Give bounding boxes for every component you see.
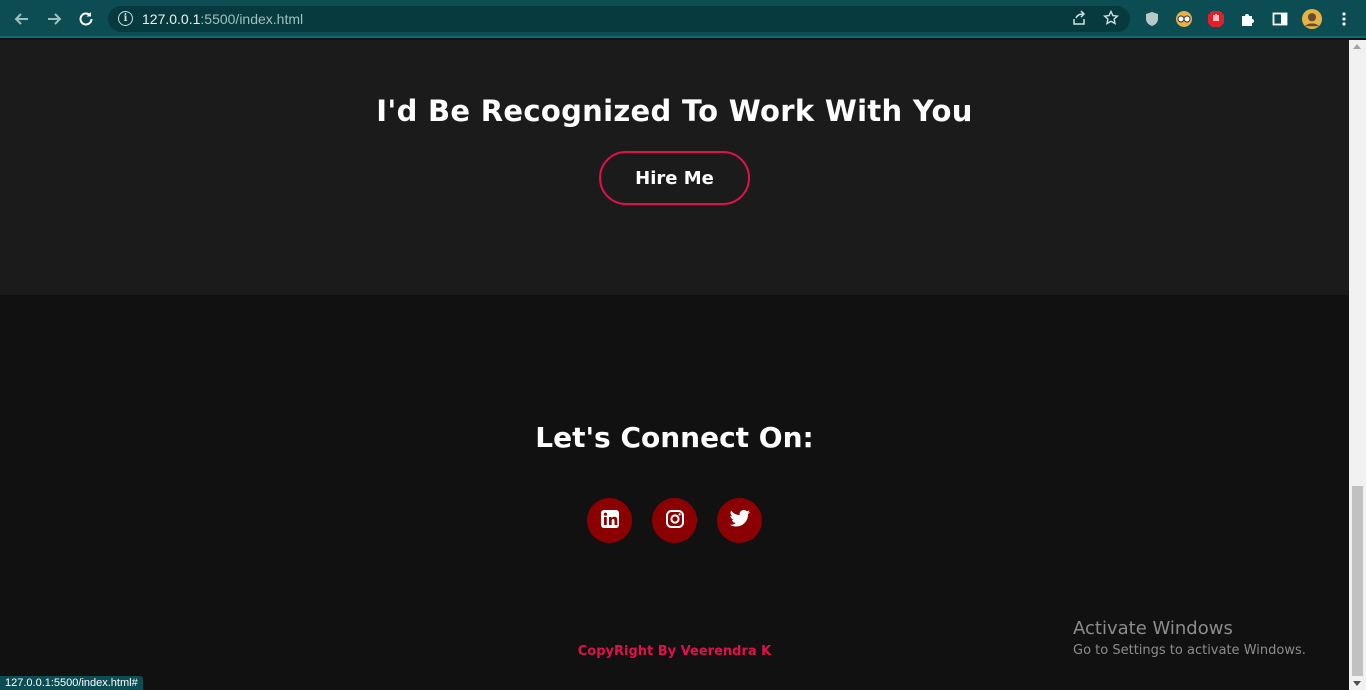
page-content: I'd Be Recognized To Work With You Hire … <box>0 40 1349 690</box>
hand-stop-extension-icon[interactable] <box>1206 9 1226 29</box>
glasses-extension-icon[interactable] <box>1174 9 1194 29</box>
linkedin-icon <box>600 509 620 533</box>
linkedin-link[interactable] <box>587 498 632 543</box>
back-icon[interactable] <box>10 7 34 31</box>
extensions-puzzle-icon[interactable] <box>1238 9 1258 29</box>
forward-icon[interactable] <box>42 7 66 31</box>
scroll-down-arrow-icon[interactable] <box>1353 681 1361 686</box>
reload-icon[interactable] <box>74 7 98 31</box>
status-bar-url: 127.0.0.1:5500/index.html# <box>0 676 143 690</box>
watermark-title: Activate Windows <box>1073 618 1233 639</box>
browser-toolbar: i 127.0.0.1:5500/index.html <box>0 0 1366 38</box>
share-icon[interactable] <box>1070 10 1088 28</box>
instagram-icon <box>665 509 685 533</box>
bookmark-star-icon[interactable] <box>1102 9 1120 28</box>
scrollbar-thumb[interactable] <box>1352 486 1363 676</box>
vertical-scrollbar[interactable] <box>1349 40 1366 690</box>
profile-avatar[interactable] <box>1302 9 1322 29</box>
instagram-link[interactable] <box>652 498 697 543</box>
connect-heading: Let's Connect On: <box>535 421 814 454</box>
url-text[interactable]: 127.0.0.1:5500/index.html <box>142 11 303 27</box>
address-bar[interactable]: i 127.0.0.1:5500/index.html <box>108 6 1130 32</box>
hire-me-button[interactable]: Hire Me <box>599 151 750 205</box>
scroll-up-arrow-icon[interactable] <box>1353 44 1361 49</box>
twitter-icon <box>729 509 751 533</box>
twitter-link[interactable] <box>717 498 762 543</box>
hire-heading: I'd Be Recognized To Work With You <box>376 94 973 128</box>
side-panel-icon[interactable] <box>1270 9 1290 29</box>
shield-extension-icon[interactable] <box>1142 9 1162 29</box>
activate-windows-watermark: Activate Windows Go to Settings to activ… <box>1073 618 1306 658</box>
watermark-subtitle: Go to Settings to activate Windows. <box>1073 643 1306 658</box>
hire-section: I'd Be Recognized To Work With You Hire … <box>0 40 1349 295</box>
info-icon[interactable]: i <box>118 11 133 26</box>
menu-kebab-icon[interactable] <box>1334 9 1354 29</box>
